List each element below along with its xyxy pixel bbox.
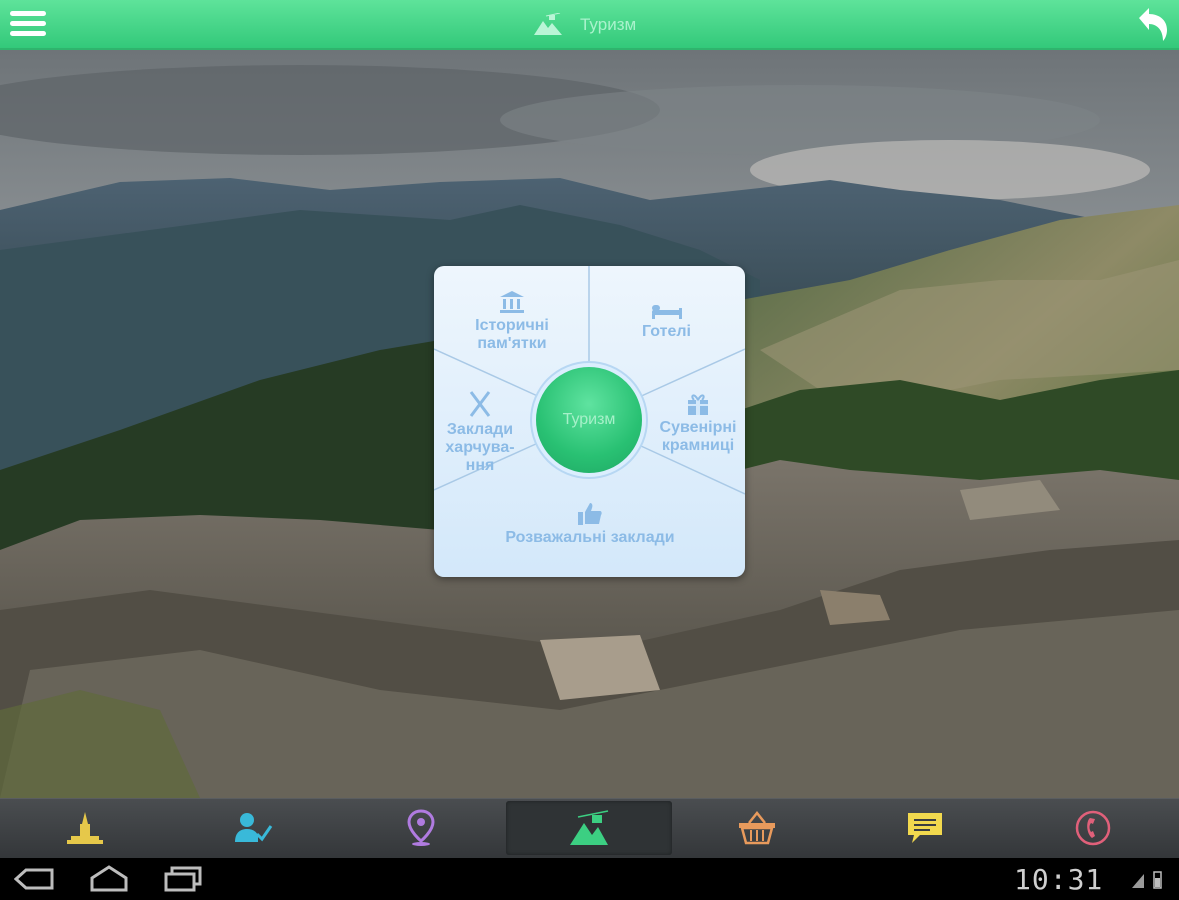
gift-icon <box>688 393 708 415</box>
entertainment-button[interactable]: Розважальні заклади <box>474 496 706 552</box>
tab-shop[interactable] <box>674 801 840 855</box>
hotels-button[interactable]: Готелі <box>594 278 739 364</box>
map-pin-icon <box>407 809 435 846</box>
phone-icon <box>1075 810 1111 846</box>
page-title-group: Туризм <box>534 12 636 38</box>
food-places-button[interactable]: Заклади харчува- ння <box>436 386 524 478</box>
tourism-center-label: Туризм <box>562 411 616 428</box>
bottom-tab-bar <box>0 798 1179 858</box>
food-places-label-3: ння <box>465 456 495 474</box>
android-system-bar: 10:31 <box>0 858 1179 900</box>
chat-icon <box>908 813 942 843</box>
mountain-cablecar-icon <box>570 810 609 845</box>
signal-battery-icon <box>1132 871 1162 889</box>
tab-location[interactable] <box>338 801 504 855</box>
back-nav-icon[interactable] <box>14 864 54 894</box>
souvenir-shops-label-2: крамниці <box>661 436 735 454</box>
monument-icon <box>67 812 103 844</box>
person-check-icon <box>235 813 273 842</box>
tab-tourism[interactable] <box>506 801 672 855</box>
basket-icon <box>739 811 775 845</box>
historic-sites-label-1: Історичні <box>475 316 549 334</box>
recents-nav-icon[interactable] <box>162 864 204 894</box>
historic-sites-label-2: пам'ятки <box>477 334 547 352</box>
back-arrow-icon[interactable] <box>1135 6 1169 42</box>
souvenir-shops-label-1: Сувенірні <box>659 418 737 436</box>
fork-knife-icon <box>469 390 491 417</box>
museum-icon <box>500 290 524 313</box>
entertainment-label: Розважальні заклади <box>505 528 675 546</box>
status-clock: 10:31 <box>1014 863 1104 896</box>
thumbs-up-icon <box>578 502 602 525</box>
food-places-label-2: харчува- <box>445 438 515 456</box>
top-app-bar: Туризм <box>0 0 1179 50</box>
tab-messages[interactable] <box>842 801 1008 855</box>
tab-phone[interactable] <box>1010 801 1176 855</box>
tab-person[interactable] <box>170 801 336 855</box>
tourism-center-button[interactable]: Туризм <box>536 367 642 473</box>
bed-icon <box>651 304 682 319</box>
tab-monument[interactable] <box>2 801 168 855</box>
hamburger-icon[interactable] <box>10 9 46 39</box>
mountain-icon <box>534 13 562 35</box>
historic-sites-button[interactable]: Історичні пам'ятки <box>438 278 586 364</box>
page-title: Туризм <box>580 15 637 34</box>
souvenir-shops-button[interactable]: Сувенірні крамниці <box>652 388 744 458</box>
home-nav-icon[interactable] <box>88 864 130 894</box>
hotels-label: Готелі <box>642 322 691 340</box>
food-places-label-1: Заклади <box>446 420 514 438</box>
tourism-menu-panel: Історичні пам'ятки Готелі Заклади харчув… <box>434 266 745 577</box>
